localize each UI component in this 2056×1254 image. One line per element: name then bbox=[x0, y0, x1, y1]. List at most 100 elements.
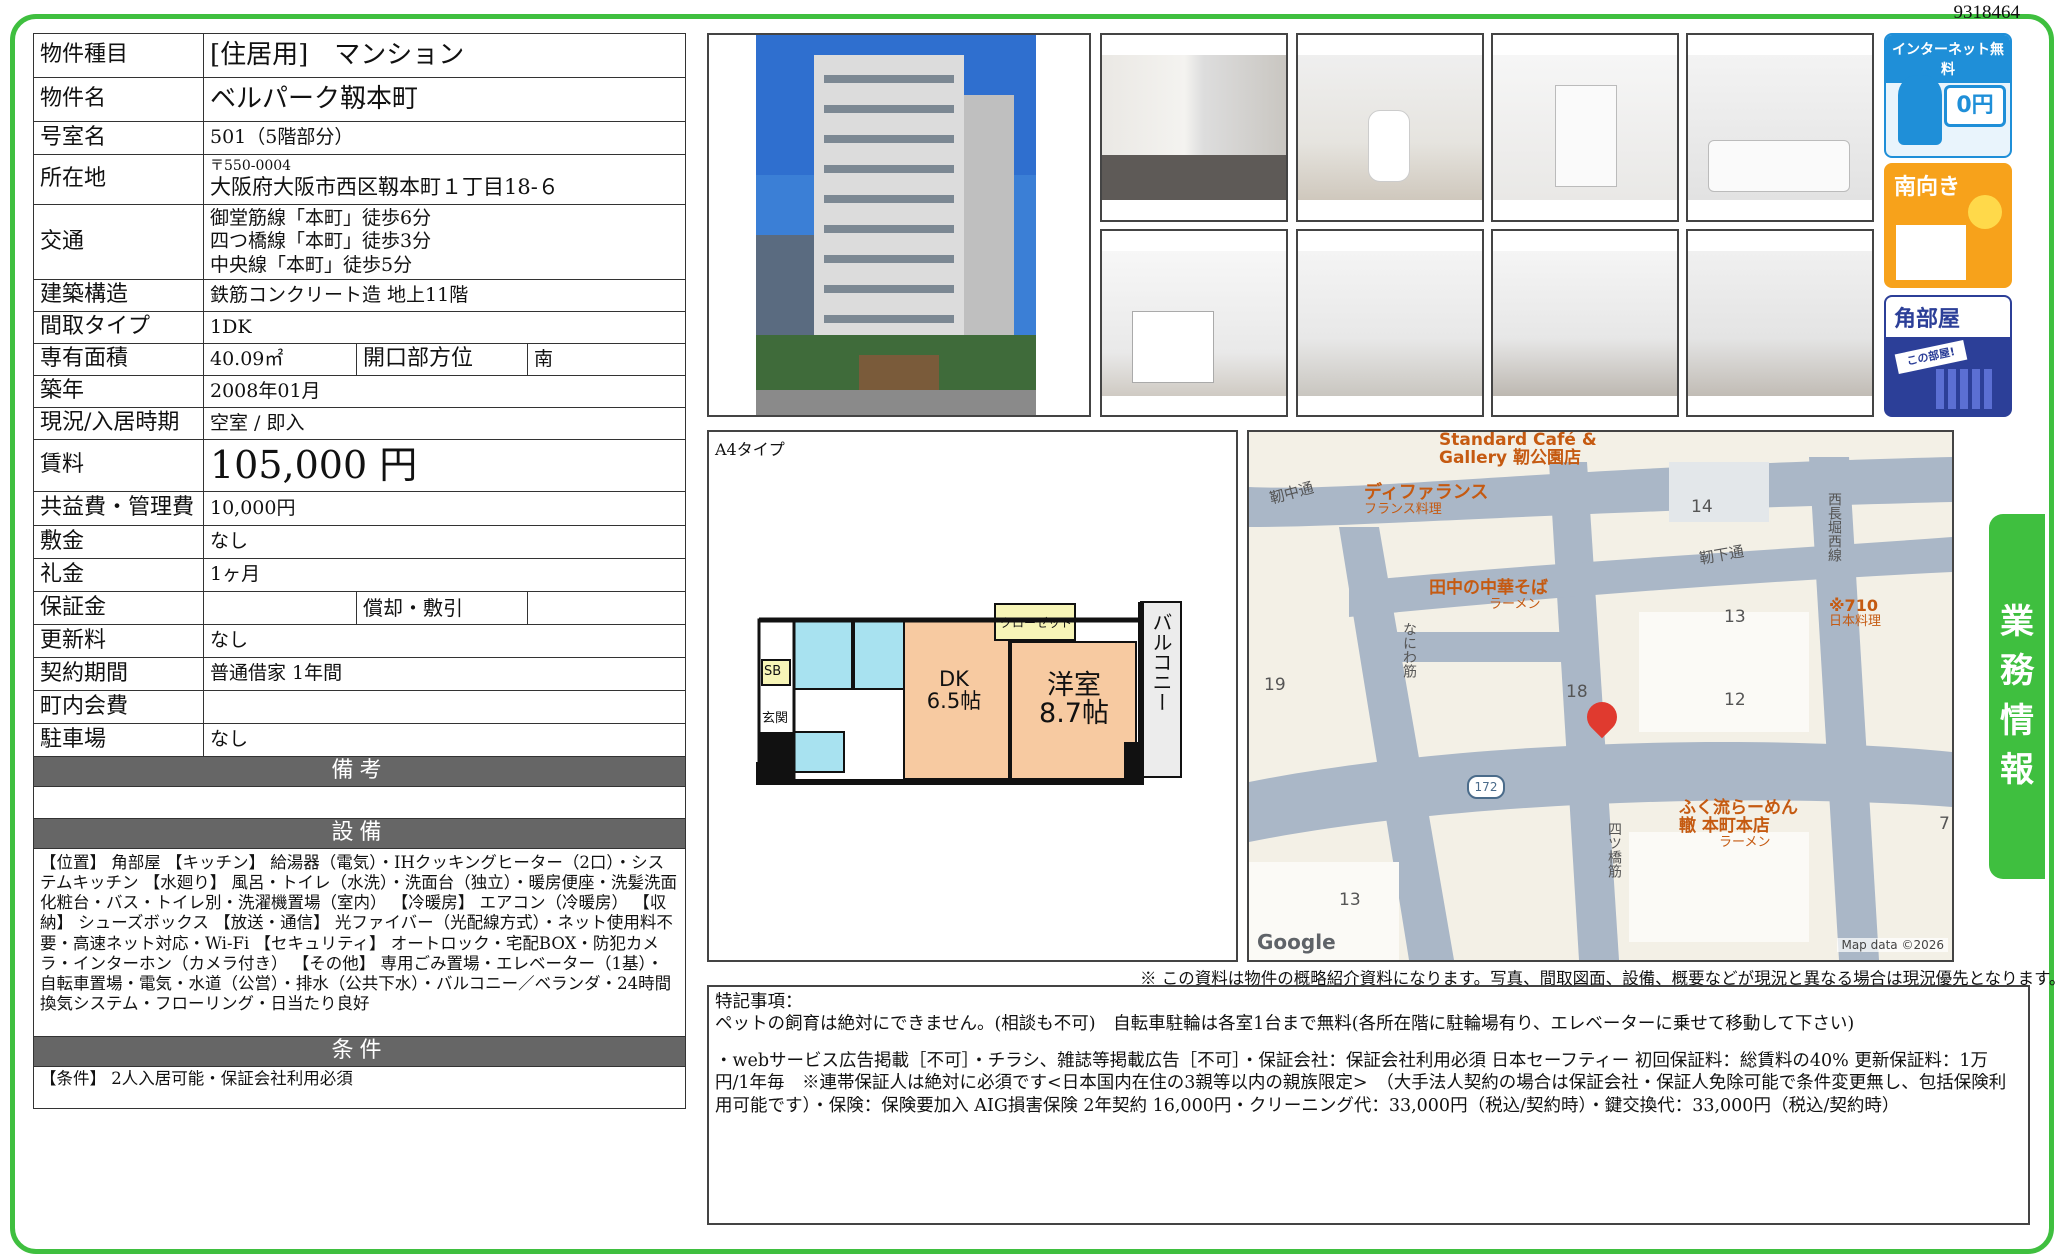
map-street-nishi-nagahori: 西長堀西線 bbox=[1826, 492, 1842, 562]
route-172-shield: 172 bbox=[1467, 775, 1505, 799]
thumbnail-entrance[interactable] bbox=[1100, 33, 1288, 222]
postal-code: 〒550-0004 bbox=[210, 158, 292, 175]
equipment-header: 設備 bbox=[32, 818, 687, 849]
house-icon bbox=[1896, 225, 1966, 280]
closet-label: クローゼット bbox=[999, 616, 1072, 630]
town-fee-value bbox=[202, 690, 687, 724]
map-block-number: 13 bbox=[1724, 607, 1746, 627]
parking-label: 駐車場 bbox=[33, 723, 204, 757]
special-notes-title: 特記事項： bbox=[715, 992, 803, 1012]
special-notes-line-pets: ペットの飼育は絶対にできません。(相談も不可) 自転車駐輪は各室1台まで無料(各… bbox=[715, 1014, 1855, 1035]
sb-label: SB bbox=[764, 664, 782, 679]
building-icon bbox=[1936, 369, 1996, 409]
key-money-label: 礼金 bbox=[33, 558, 204, 592]
remarks-header: 備考 bbox=[32, 756, 687, 787]
thumbnail-kitchen[interactable] bbox=[1100, 229, 1288, 417]
built-label: 築年 bbox=[33, 375, 204, 408]
opening-value: 南 bbox=[526, 343, 687, 376]
side-tab-char: 務 bbox=[2000, 651, 2034, 692]
rent-value: 105,000 円 bbox=[202, 439, 687, 492]
special-notes-line-terms: ・webサービス広告掲載［不可］・チラシ、雑誌等掲載広告［不可］・保証会社：保証… bbox=[715, 1050, 2007, 1116]
map-poi-standard-cafe[interactable]: Standard Café & Gallery 靭公園店 bbox=[1439, 432, 1597, 468]
layout-label: 間取タイプ bbox=[33, 311, 204, 344]
special-notes-box: 特記事項： ペットの飼育は絶対にできません。(相談も不可) 自転車駐輪は各室1台… bbox=[707, 985, 2030, 1225]
status-label: 現況/入居時期 bbox=[33, 407, 204, 440]
map-block-number: 19 bbox=[1264, 675, 1286, 695]
equipment-text: 【位置】 角部屋 【キッチン】 給湯器（電気）・IHクッキングヒーター（2口）・… bbox=[32, 848, 687, 1037]
location-map[interactable]: Standard Café & Gallery 靭公園店 ディファランス フランス料… bbox=[1247, 430, 1954, 962]
thumbnail-room-3[interactable] bbox=[1686, 229, 1874, 417]
layout-value: 1DK bbox=[202, 311, 687, 344]
deposit-value: なし bbox=[202, 525, 687, 559]
conditions-text: 【条件】 2人入居可能・保証会社利用必須 bbox=[32, 1066, 687, 1109]
thumbnail-room-2[interactable] bbox=[1491, 229, 1679, 417]
structure-label: 建築構造 bbox=[33, 279, 204, 312]
thumbnail-toilet[interactable] bbox=[1296, 33, 1484, 222]
parking-value: なし bbox=[202, 723, 687, 757]
balcony-label: バルコニー bbox=[1149, 612, 1173, 712]
zero-yen-label: 0円 bbox=[1944, 85, 2006, 127]
map-block-number: 14 bbox=[1691, 497, 1713, 517]
town-fee-label: 町内会費 bbox=[33, 690, 204, 724]
room-label: 号室名 bbox=[33, 121, 204, 155]
traffic-line: 中央線「本町」徒歩5分 bbox=[210, 253, 413, 276]
contract-value: 普通借家 1年間 bbox=[202, 657, 687, 691]
entrance-label: 玄関 bbox=[762, 711, 789, 726]
built-value: 2008年01月 bbox=[202, 375, 687, 408]
structure-value: 鉄筋コンクリート造 地上11階 bbox=[202, 279, 687, 312]
corner-room-badge: 角部屋 この部屋! bbox=[1884, 295, 2012, 417]
address-value: 大阪府大阪市西区靱本町１丁目18-６ bbox=[210, 175, 559, 200]
sun-icon bbox=[1968, 195, 2002, 229]
guarantee-value bbox=[203, 591, 357, 625]
thumbnail-bathroom[interactable] bbox=[1686, 33, 1874, 222]
name-label: 物件名 bbox=[33, 77, 204, 122]
contract-label: 契約期間 bbox=[33, 657, 204, 691]
document-id: 9318464 bbox=[1953, 2, 2021, 23]
map-credit: Map data ©2026 bbox=[1837, 938, 1948, 952]
property-info-table: 物件種目 [住居用] マンション 物件名 ベルパーク靱本町 号室名 501（5階部分）… bbox=[32, 33, 687, 1109]
corner-badge-label: 角部屋 bbox=[1886, 297, 2010, 337]
side-tab-char: 情 bbox=[2000, 700, 2034, 741]
conditions-header: 条件 bbox=[32, 1036, 687, 1067]
dk-size: 6.5帖 bbox=[926, 689, 982, 714]
google-logo: Google bbox=[1257, 930, 1336, 954]
western-room: 洋室 8.7帖 bbox=[1014, 670, 1134, 730]
map-block-number: 7 bbox=[1939, 814, 1950, 834]
traffic-line: 四つ橋線「本町」徒歩3分 bbox=[210, 230, 432, 253]
south-facing-badge: 南向き bbox=[1884, 163, 2012, 288]
map-street-naniwa: なにわ筋 bbox=[1401, 622, 1417, 678]
fee-label: 共益費・管理費 bbox=[33, 491, 204, 526]
dk-name: DK bbox=[939, 667, 969, 691]
traffic-line: 御堂筋線「本町」徒歩6分 bbox=[210, 207, 432, 230]
building-photo[interactable] bbox=[707, 33, 1091, 417]
thumbnail-room-1[interactable] bbox=[1296, 229, 1484, 417]
thumbnail-washroom[interactable] bbox=[1491, 33, 1679, 222]
internet-badge-label: インターネット無料 bbox=[1886, 35, 2010, 83]
side-tab-char: 報 bbox=[2000, 749, 2034, 790]
western-name: 洋室 bbox=[1047, 670, 1101, 701]
floor-plan[interactable]: A4タイプ クローゼット DK 6.5帖 洋室 8.7帖 バルコニー SB 玄関 bbox=[707, 430, 1238, 962]
area-value: 40.09㎡ bbox=[203, 343, 357, 376]
dk-room: DK 6.5帖 bbox=[909, 668, 999, 712]
map-poi-fukuryu[interactable]: ふく流らーめん轍 本町本店 ラーメン bbox=[1679, 799, 1798, 849]
renewal-label: 更新料 bbox=[33, 624, 204, 658]
address-label: 所在地 bbox=[33, 154, 204, 205]
business-info-tab[interactable]: 業 務 情 報 bbox=[1989, 514, 2045, 879]
type-value: [住居用] マンション bbox=[202, 33, 687, 78]
map-poi-tanaka[interactable]: 田中の中華そば ラーメン bbox=[1429, 579, 1548, 611]
map-street-yotsubashi: 四ツ橋筋 bbox=[1606, 822, 1622, 878]
amortization-value bbox=[526, 591, 687, 625]
rent-label: 賃料 bbox=[33, 439, 204, 492]
amortization-label: 償却・敷引 bbox=[356, 591, 528, 625]
guarantee-label: 保証金 bbox=[33, 591, 204, 625]
status-value: 空室 / 即入 bbox=[202, 407, 687, 440]
type-label: 物件種目 bbox=[33, 33, 204, 78]
room-value: 501（5階部分） bbox=[202, 121, 687, 155]
map-block-number: 12 bbox=[1724, 690, 1746, 710]
area-label: 専有面積 bbox=[33, 343, 204, 376]
map-poi-710[interactable]: ※710 日本料理 bbox=[1829, 597, 1881, 628]
fee-value: 10,000円 bbox=[202, 491, 687, 526]
western-size: 8.7帖 bbox=[1039, 698, 1109, 730]
map-poi-difference[interactable]: ディファランス フランス料理 bbox=[1364, 483, 1488, 517]
name-value: ベルパーク靱本町 bbox=[202, 77, 687, 122]
